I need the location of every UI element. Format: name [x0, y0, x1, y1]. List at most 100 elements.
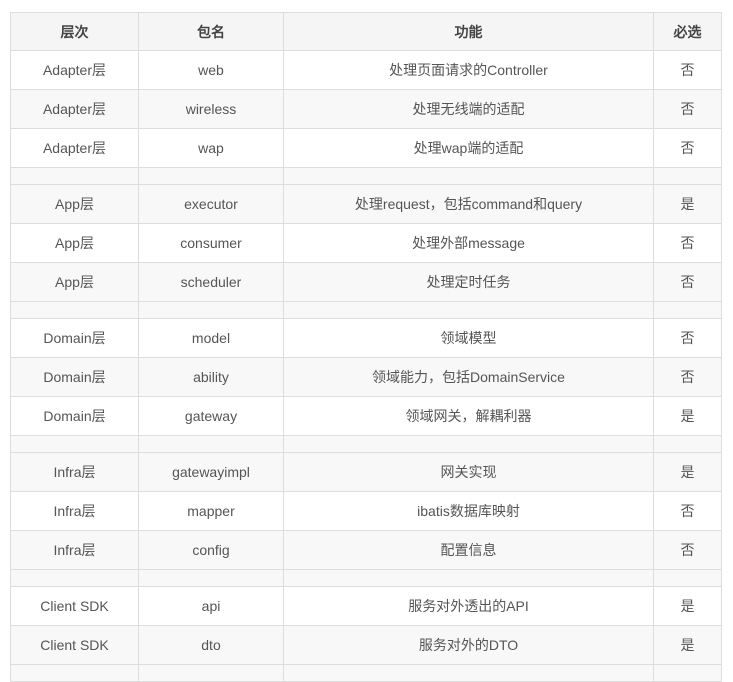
cell-layer: Client SDK [10, 625, 139, 665]
cell-function: 处理外部message [283, 223, 654, 263]
table-row: Adapter层 wap 处理wap端的适配否 [10, 128, 722, 168]
cell-required: 否 [653, 491, 722, 531]
table-row: App层 executor 处理request，包括command和query 是 [10, 184, 722, 224]
cell-package: executor [138, 184, 284, 224]
spacer-cell [283, 435, 654, 453]
table-row: Domain层 gateway 领域网关，解耦利器是 [10, 396, 722, 436]
table-row: Infra层 gatewayimpl 网关实现是 [10, 452, 722, 492]
cell-function: 网关实现 [283, 452, 654, 492]
cell-function: ibatis数据库映射 [283, 491, 654, 531]
cell-function: 处理无线端的适配 [283, 89, 654, 129]
package-table: 层次 包名 功能 必选 Adapter层 web 处理页面请求的Controller… [10, 12, 722, 682]
cell-package: wireless [138, 89, 284, 129]
spacer-cell [283, 569, 654, 587]
cell-function: 配置信息 [283, 530, 654, 570]
cell-required: 是 [653, 625, 722, 665]
cell-required: 否 [653, 318, 722, 358]
cell-required: 是 [653, 184, 722, 224]
spacer-cell [10, 664, 139, 682]
table-row: Domain层 ability 领域能力，包括DomainService 否 [10, 357, 722, 397]
spacer-cell [138, 167, 284, 185]
table-spacer-row [10, 664, 722, 682]
cell-layer: App层 [10, 184, 139, 224]
cell-function: 领域网关，解耦利器 [283, 396, 654, 436]
cell-required: 否 [653, 530, 722, 570]
cell-package: dto [138, 625, 284, 665]
spacer-cell [653, 435, 722, 453]
cell-required: 是 [653, 452, 722, 492]
header-row: 层次 包名 功能 必选 [10, 12, 722, 51]
header-function: 功能 [283, 12, 654, 51]
header-package: 包名 [138, 12, 284, 51]
spacer-cell [138, 435, 284, 453]
cell-package: api [138, 586, 284, 626]
spacer-cell [653, 301, 722, 319]
table-spacer-row [10, 435, 722, 453]
cell-required: 否 [653, 357, 722, 397]
table-row: Adapter层 web 处理页面请求的Controller 否 [10, 50, 722, 90]
table-row: Domain层 model 领域模型否 [10, 318, 722, 358]
cell-layer: Infra层 [10, 452, 139, 492]
cell-required: 否 [653, 89, 722, 129]
spacer-cell [10, 569, 139, 587]
cell-package: mapper [138, 491, 284, 531]
table-row: Infra层 mapper ibatis数据库映射否 [10, 491, 722, 531]
cell-function: 领域能力，包括DomainService [283, 357, 654, 397]
cell-layer: Domain层 [10, 396, 139, 436]
cell-package: consumer [138, 223, 284, 263]
cell-layer: Adapter层 [10, 128, 139, 168]
cell-layer: Adapter层 [10, 89, 139, 129]
table-body: Adapter层 web 处理页面请求的Controller 否 Adapter层 wir… [10, 50, 722, 682]
cell-layer: Infra层 [10, 530, 139, 570]
header-required: 必选 [653, 12, 722, 51]
cell-package: scheduler [138, 262, 284, 302]
cell-layer: Domain层 [10, 318, 139, 358]
cell-layer: Adapter层 [10, 50, 139, 90]
spacer-cell [283, 664, 654, 682]
spacer-cell [283, 301, 654, 319]
spacer-cell [138, 301, 284, 319]
spacer-cell [138, 664, 284, 682]
table-spacer-row [10, 301, 722, 319]
cell-function: 领域模型 [283, 318, 654, 358]
cell-required: 是 [653, 586, 722, 626]
cell-layer: App层 [10, 223, 139, 263]
cell-function: 处理页面请求的Controller [283, 50, 654, 90]
spacer-cell [283, 167, 654, 185]
cell-package: web [138, 50, 284, 90]
spacer-cell [653, 664, 722, 682]
spacer-cell [10, 167, 139, 185]
cell-layer: Client SDK [10, 586, 139, 626]
cell-function: 处理定时任务 [283, 262, 654, 302]
cell-package: wap [138, 128, 284, 168]
spacer-cell [653, 167, 722, 185]
table-row: App层 consumer 处理外部message 否 [10, 223, 722, 263]
spacer-cell [138, 569, 284, 587]
cell-layer: Domain层 [10, 357, 139, 397]
cell-function: 服务对外的DTO [283, 625, 654, 665]
cell-package: config [138, 530, 284, 570]
spacer-cell [653, 569, 722, 587]
cell-layer: Infra层 [10, 491, 139, 531]
table-spacer-row [10, 167, 722, 185]
cell-required: 否 [653, 50, 722, 90]
table-header: 层次 包名 功能 必选 [10, 12, 722, 51]
table-row: Client SDK api 服务对外透出的API 是 [10, 586, 722, 626]
table-row: App层 scheduler 处理定时任务否 [10, 262, 722, 302]
table-row: Infra层 config 配置信息否 [10, 530, 722, 570]
cell-function: 处理wap端的适配 [283, 128, 654, 168]
cell-function: 服务对外透出的API [283, 586, 654, 626]
cell-required: 否 [653, 128, 722, 168]
spacer-cell [10, 301, 139, 319]
table-row: Client SDK dto 服务对外的DTO 是 [10, 625, 722, 665]
cell-function: 处理request，包括command和query [283, 184, 654, 224]
cell-required: 是 [653, 396, 722, 436]
cell-layer: App层 [10, 262, 139, 302]
cell-required: 否 [653, 262, 722, 302]
spacer-cell [10, 435, 139, 453]
cell-package: model [138, 318, 284, 358]
header-layer: 层次 [10, 12, 139, 51]
table-spacer-row [10, 569, 722, 587]
cell-required: 否 [653, 223, 722, 263]
table-row: Adapter层 wireless 处理无线端的适配否 [10, 89, 722, 129]
